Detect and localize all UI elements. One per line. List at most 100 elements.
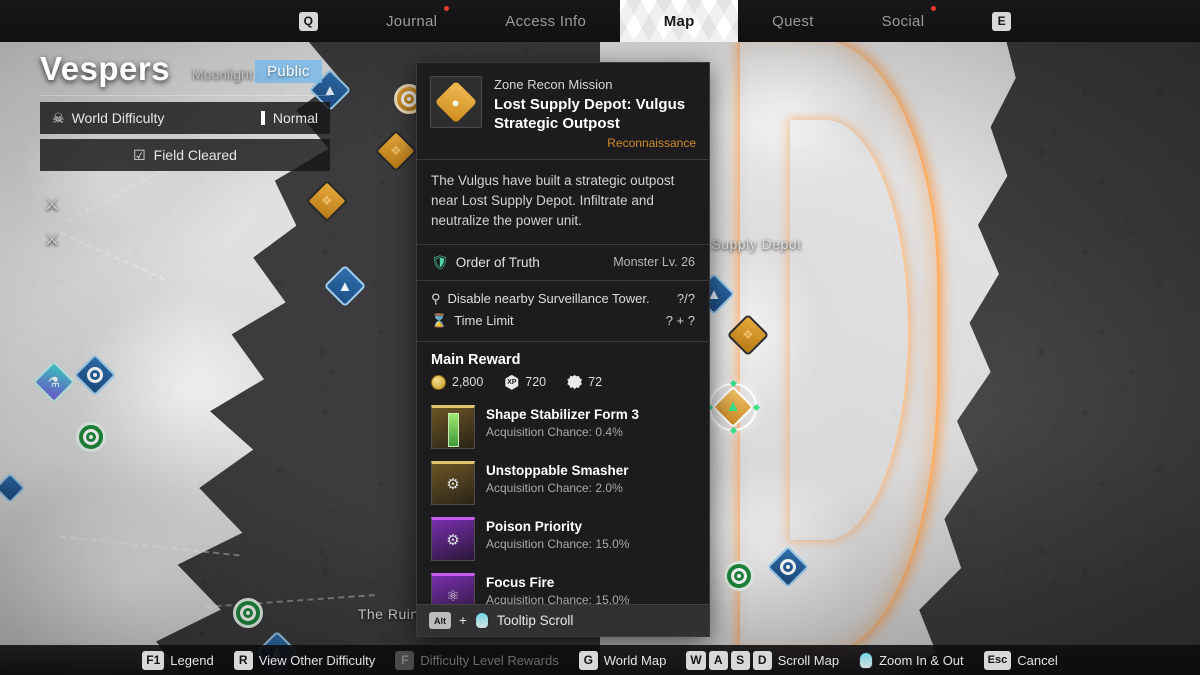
key-r-badge: R (234, 651, 253, 670)
objective-label: Disable nearby Surveillance Tower. (448, 291, 650, 306)
reward-item[interactable]: ⚙ Poison Priority Acquisition Chance: 15… (417, 511, 709, 567)
selected-mission-marker[interactable]: ▲ (709, 383, 757, 431)
hotkey-label: World Map (604, 653, 667, 668)
tab-journal[interactable]: Journal (352, 0, 471, 42)
reward-item[interactable]: ⚙ Unstoppable Smasher Acquisition Chance… (417, 455, 709, 511)
currency-amount: 2,800 (452, 375, 483, 389)
map-marker-spawn[interactable]: ⚔ (44, 230, 59, 250)
item-thumbnail-gold (431, 405, 475, 449)
key-w-badge: W (686, 651, 705, 670)
tab-prev-key[interactable]: Q (265, 0, 352, 42)
key-e-badge: E (992, 12, 1011, 31)
objective-value: ? + ? (666, 313, 695, 328)
hotkey-zoom[interactable]: Zoom In & Out (859, 652, 964, 669)
hotkey-label: Zoom In & Out (879, 653, 964, 668)
item-thumbnail-gold: ⚙ (431, 461, 475, 505)
world-difficulty-value: Normal (273, 110, 318, 126)
currency-amount: 720 (525, 375, 546, 389)
hotkey-scroll-map[interactable]: W A S D Scroll Map (686, 651, 839, 670)
hotkey-label: View Other Difficulty (259, 653, 376, 668)
reward-currency-module: 72 (567, 375, 602, 390)
item-chance: Acquisition Chance: 2.0% (486, 481, 695, 495)
tab-label: Map (664, 13, 695, 30)
mission-kicker: Zone Recon Mission (494, 76, 696, 94)
mouse-wheel-icon (859, 652, 873, 669)
mission-header: ● Zone Recon Mission Lost Supply Depot: … (417, 63, 709, 159)
key-q-badge: Q (299, 12, 318, 31)
map-marker-spawn[interactable]: ⚔ (44, 195, 59, 215)
tab-quest[interactable]: Quest (738, 0, 848, 42)
mission-description: The Vulgus have built a strategic outpos… (417, 160, 709, 244)
hotkey-legend[interactable]: F1 Legend (142, 651, 213, 670)
status-badge-public: Public (255, 60, 322, 83)
item-chance: Acquisition Chance: 15.0% (486, 537, 695, 551)
key-f-badge: F (395, 651, 414, 670)
map-marker-station[interactable] (773, 552, 803, 582)
field-cleared-label: Field Cleared (154, 147, 237, 163)
objective-row: ⚲ Disable nearby Surveillance Tower. ?/? (417, 288, 709, 310)
mission-detail-panel[interactable]: ● Zone Recon Mission Lost Supply Depot: … (416, 62, 710, 637)
module-token-icon (567, 375, 582, 390)
field-cleared-row[interactable]: ☑ Field Cleared (40, 139, 330, 171)
hotkey-cancel[interactable]: Esc Cancel (984, 651, 1058, 670)
hotkey-view-other-difficulty[interactable]: R View Other Difficulty (234, 651, 376, 670)
item-thumbnail-purple: ⚛ (431, 573, 475, 604)
difficulty-level-bar-icon (261, 111, 265, 125)
reward-item[interactable]: Shape Stabilizer Form 3 Acquisition Chan… (417, 399, 709, 455)
item-name: Focus Fire (486, 574, 695, 592)
item-name: Unstoppable Smasher (486, 462, 695, 480)
tooltip-scroll-hint: Alt + Tooltip Scroll (417, 604, 709, 636)
skull-icon: ☠ (52, 110, 65, 127)
item-name: Poison Priority (486, 518, 695, 536)
divider (40, 95, 330, 96)
monster-level: Monster Lv. 26 (613, 255, 695, 269)
item-thumbnail-purple: ⚙ (431, 517, 475, 561)
hotkey-world-map[interactable]: G World Map (579, 651, 667, 670)
plus-sign: + (459, 613, 467, 628)
recon-diamond-icon: ● (430, 76, 482, 128)
key-a-badge: A (709, 651, 728, 670)
map-marker-station[interactable] (80, 360, 110, 390)
reward-currency-xp: XP 720 (504, 375, 546, 390)
region-header: Vespers Moonlight Lake Public ☠ World Di… (40, 52, 330, 176)
tab-label: Journal (386, 13, 437, 30)
key-g-badge: G (579, 651, 598, 670)
map-marker-mission[interactable]: ❖ (381, 136, 411, 166)
stabilizer-tube-icon (448, 413, 459, 447)
hotkey-label: Difficulty Level Rewards (420, 653, 558, 668)
map-marker-mission[interactable]: ❖ (312, 186, 342, 216)
xp-icon: XP (504, 375, 519, 390)
key-d-badge: D (753, 651, 772, 670)
map-marker-small-diamond[interactable] (0, 477, 21, 499)
mission-type-tag: Reconnaissance (494, 136, 696, 150)
reward-item-list[interactable]: Shape Stabilizer Form 3 Acquisition Chan… (417, 399, 709, 604)
objective-value: ?/? (677, 291, 695, 306)
key-alt-badge: Alt (429, 612, 451, 629)
currency-amount: 72 (588, 375, 602, 389)
key-f1-badge: F1 (142, 651, 164, 670)
faction-name: Order of Truth (456, 255, 540, 270)
hotkey-difficulty-level-rewards: F Difficulty Level Rewards (395, 651, 558, 670)
gold-coin-icon (431, 375, 446, 390)
item-chance: Acquisition Chance: 15.0% (486, 593, 695, 604)
tab-next-key[interactable]: E (958, 0, 1045, 42)
map-marker-outpost[interactable] (76, 422, 106, 452)
map-marker-research-lab[interactable]: ⚗ (39, 367, 69, 397)
reward-item[interactable]: ⚛ Focus Fire Acquisition Chance: 15.0% (417, 567, 709, 604)
hourglass-icon: ⌛ (431, 313, 447, 329)
world-difficulty-row[interactable]: ☠ World Difficulty Normal (40, 102, 330, 134)
map-marker-mission[interactable]: ❖ (733, 320, 763, 350)
shield-faction-icon: 🛡 (431, 254, 449, 271)
module-chip-icon: ⚙ (439, 527, 467, 553)
reward-currencies: 2,800 XP 720 72 (417, 375, 709, 399)
map-marker-outpost[interactable] (724, 561, 754, 591)
tab-map[interactable]: Map (620, 0, 738, 42)
key-esc-badge: Esc (984, 651, 1012, 670)
hotkey-label: Scroll Map (778, 653, 839, 668)
tab-label: Social (882, 13, 925, 30)
tab-access-info[interactable]: Access Info (471, 0, 620, 42)
map-marker-waypoint[interactable]: ▲ (330, 271, 360, 301)
mission-title: Lost Supply Depot: Vulgus Strategic Outp… (494, 95, 696, 133)
tab-social[interactable]: Social (848, 0, 959, 42)
map-marker-outpost[interactable] (233, 598, 263, 628)
